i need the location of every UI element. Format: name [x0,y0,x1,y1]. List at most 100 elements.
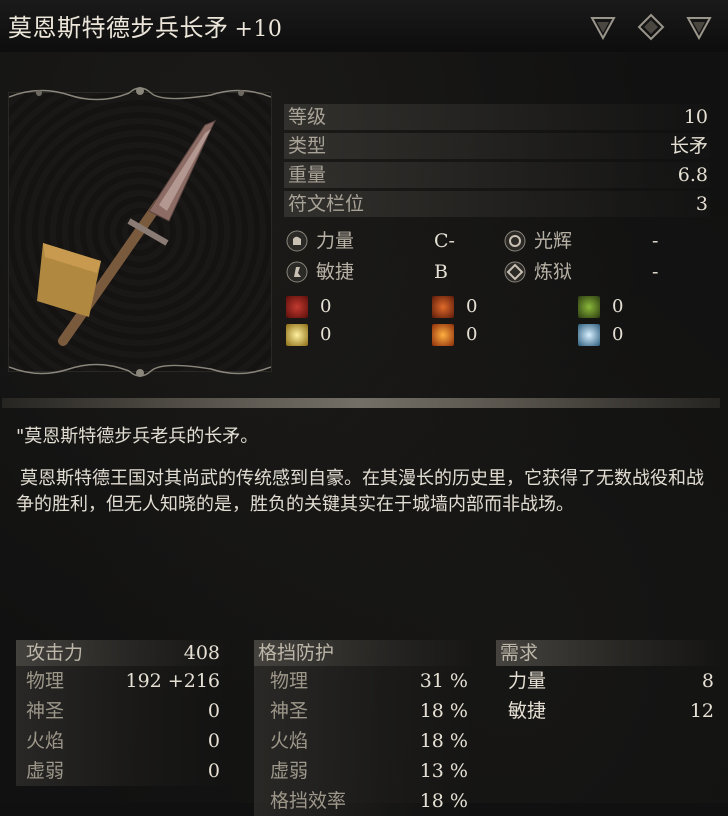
scaling-name: 炼狱 [534,261,573,283]
weapon-image-frame [8,87,272,377]
requirements-header: 需求 [496,640,720,666]
attack-row-holy: 神圣 0 [16,696,226,726]
guard-value: 18 % [419,790,468,812]
scaling-grade: B [434,261,448,283]
attack-header: 攻击力 408 [16,640,226,666]
frost-icon [578,324,600,346]
triangle-down-icon[interactable] [588,12,618,42]
guard-row-boost: 格挡效率 18 % [254,786,474,816]
fire-status-icon [432,296,454,318]
scaling-name: 敏捷 [316,261,355,283]
attack-panel: 攻击力 408 物理 192 +216 神圣 0 火焰 0 虚弱 0 [16,640,226,786]
diamond-icon[interactable] [636,12,666,42]
requirement-row-strength: 力量 8 [496,666,720,696]
stat-row-level: 等级 10 [284,104,710,130]
scaling-grade: - [652,261,659,283]
stat-label: 等级 [288,106,327,128]
title-bar: 莫恩斯特德步兵长矛 +10 [0,0,728,52]
requirement-value: 8 [701,670,714,692]
attack-row-fire: 火焰 0 [16,726,226,756]
guard-row-physical: 物理 31 % [254,666,474,696]
status-value: 0 [320,324,332,345]
lightning-icon [286,324,308,346]
description-lore: 莫恩斯特德王国对其尚武的传统感到自豪。在其漫长的历史里，它获得了无数战役和战争的… [16,468,704,515]
attack-header-label: 攻击力 [26,642,84,664]
scaling-purgatory: 炼狱 - [504,259,704,285]
attack-value: 0 [207,730,220,752]
guard-value: 18 % [419,700,468,722]
guard-label: 物理 [270,670,309,692]
stat-row-type: 类型 长矛 [284,133,710,159]
attack-label: 物理 [26,670,65,692]
stat-value: 6.8 [677,164,708,186]
requirements-panel: 需求 力量 8 敏捷 12 [496,640,720,726]
purgatory-icon [504,261,526,283]
item-title: 莫恩斯特德步兵长矛 +10 [8,8,282,43]
status-value: 0 [466,296,478,317]
status-value: 0 [612,296,624,317]
guard-value: 18 % [419,730,468,752]
ornament-bottom [9,363,271,377]
item-description: "莫恩斯特德步兵老兵的长矛。 莫恩斯特德王国对其尚武的传统感到自豪。在其漫长的历… [16,424,706,534]
stat-value: 10 [683,106,708,128]
status-value: 0 [612,324,624,345]
scaling-dexterity: 敏捷 B [286,259,486,285]
status-lightning: 0 [286,324,366,346]
stat-row-weight: 重量 6.8 [284,162,710,188]
status-frost: 0 [578,324,658,346]
stat-label: 符文栏位 [288,193,365,215]
guard-label: 格挡效率 [270,790,347,812]
guard-value: 13 % [419,760,468,782]
requirement-label: 敏捷 [508,700,547,722]
requirement-label: 力量 [508,670,547,692]
attack-label: 虚弱 [26,760,65,782]
guard-header: 格挡防护 [254,640,474,666]
status-fire: 0 [432,296,512,318]
explosion-icon [432,324,454,346]
description-quote: "莫恩斯特德步兵老兵的长矛。 [16,426,259,447]
attack-value: 0 [207,760,220,782]
guard-header-label: 格挡防护 [258,642,335,664]
item-name: 莫恩斯特德步兵长矛 [8,14,229,42]
status-explosion: 0 [432,324,512,346]
guard-row-fire: 火焰 18 % [254,726,474,756]
attack-header-value: 408 [183,642,220,664]
guard-row-frailty: 虚弱 13 % [254,756,474,786]
attack-value: 0 [207,700,220,722]
scaling-name: 光辉 [534,230,573,252]
stat-value: 长矛 [669,135,708,157]
dexterity-icon [286,261,308,283]
status-value: 0 [320,296,332,317]
guard-label: 神圣 [270,700,309,722]
guard-label: 虚弱 [270,760,309,782]
stat-value: 3 [695,193,708,215]
attack-value: 192 +216 [125,670,221,692]
attack-label: 神圣 [26,700,65,722]
status-bleed: 0 [286,296,366,318]
guard-row-holy: 神圣 18 % [254,696,474,726]
stat-label: 重量 [288,164,327,186]
strength-icon [286,230,308,252]
section-divider [2,398,720,408]
scaling-radiance: 光辉 - [504,228,704,254]
stat-label: 类型 [288,135,327,157]
stat-row-rune-slots: 符文栏位 3 [284,191,710,217]
requirement-row-dexterity: 敏捷 12 [496,696,720,726]
scaling-name: 力量 [316,230,355,252]
attack-label: 火焰 [26,730,65,752]
scaling-grade: - [652,230,659,252]
requirement-value: 12 [689,700,714,722]
guard-value: 31 % [419,670,468,692]
top-icons [588,12,714,42]
triangle-down-icon[interactable] [684,12,714,42]
radiance-icon [504,230,526,252]
scaling-strength: 力量 C- [286,228,486,254]
bleed-icon [286,296,308,318]
guard-panel: 格挡防护 物理 31 % 神圣 18 % 火焰 18 % 虚弱 13 % 格挡效… [254,640,474,816]
upgrade-level: +10 [234,17,283,42]
attack-row-physical: 物理 192 +216 [16,666,226,696]
requirements-header-label: 需求 [500,642,539,664]
status-poison: 0 [578,296,658,318]
scaling-grade: C- [434,230,455,252]
attack-row-frailty: 虚弱 0 [16,756,226,786]
